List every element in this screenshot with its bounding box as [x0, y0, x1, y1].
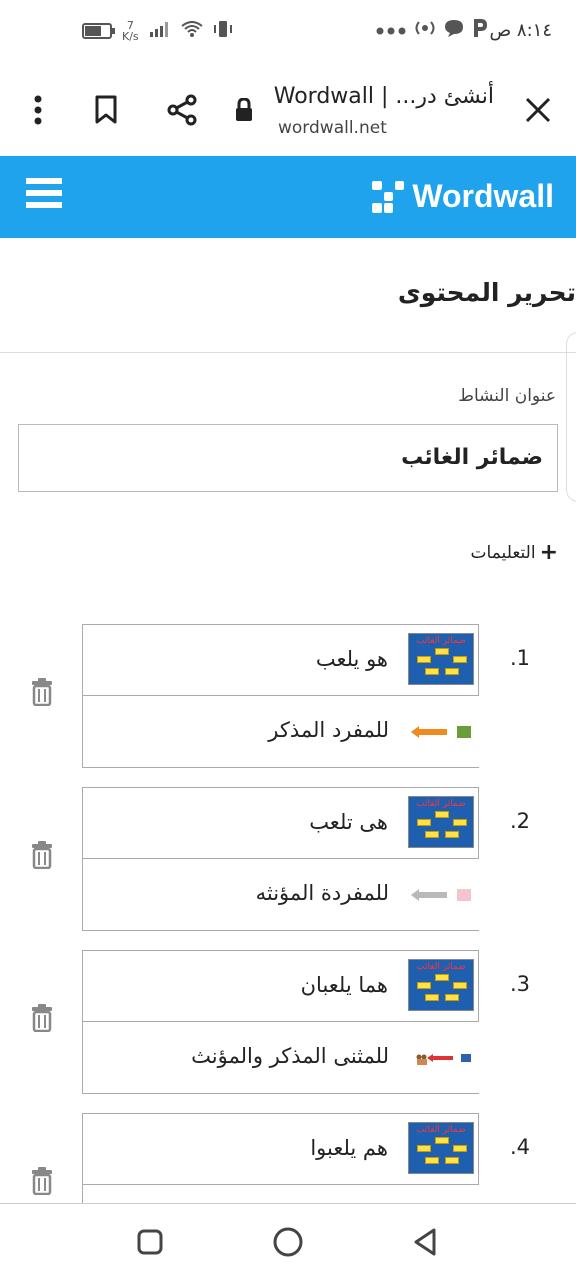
battery-icon	[82, 23, 115, 39]
wordwall-logo[interactable]: Wordwall	[372, 178, 554, 215]
list-item: .3 هما يلعبان ضمائر الغائب للمثنى المذكر…	[0, 950, 576, 1098]
activity-title-label: عنوان النشاط	[458, 386, 556, 406]
add-instructions-button[interactable]: + التعليمات	[471, 540, 558, 565]
item-answer-field[interactable]	[82, 1185, 479, 1203]
item-answer-field[interactable]: للمثنى المذكر والمؤنث	[82, 1022, 479, 1094]
trash-icon[interactable]	[30, 1167, 54, 1196]
back-icon[interactable]	[410, 1226, 442, 1258]
url-display[interactable]: wordwall.net	[278, 118, 387, 138]
answer-image-thumbnail[interactable]	[403, 722, 473, 742]
item-answer-field[interactable]: للمفرد المذكر	[82, 696, 479, 768]
site-header: Wordwall	[0, 156, 576, 238]
answer-image-thumbnail[interactable]	[403, 1048, 473, 1068]
hotspot-icon	[414, 19, 436, 41]
side-panel-tab[interactable]	[566, 332, 576, 502]
bookmark-icon[interactable]	[86, 90, 126, 130]
network-speed: 7 K/s	[122, 20, 139, 42]
trash-icon[interactable]	[30, 841, 54, 870]
item-prompt-field[interactable]: هو يلعب ضمائر الغائب	[82, 624, 479, 696]
thumbnail-title: ضمائر الغائب	[416, 962, 466, 972]
answer-image-thumbnail[interactable]	[403, 885, 473, 905]
item-prompt-field[interactable]: هم يلعبوا ضمائر الغائب	[82, 1113, 479, 1185]
browser-toolbar: أنشئ در... | Wordwall wordwall.net	[0, 64, 576, 156]
item-image-thumbnail[interactable]: ضمائر الغائب	[408, 633, 474, 685]
item-number: .4	[510, 1135, 531, 1159]
item-number: .2	[510, 809, 531, 833]
close-icon[interactable]	[518, 90, 558, 130]
item-prompt-text: هما يلعبان	[300, 973, 388, 997]
list-item: .2 هى تلعب ضمائر الغائب للمفردة المؤنثه	[0, 787, 576, 935]
p-app-icon	[472, 18, 488, 42]
status-left-icons: 7 K/s	[82, 20, 233, 42]
logo-grid-icon	[372, 180, 405, 213]
status-bar: 7 K/s ٨:١٤ ص	[0, 0, 576, 64]
wifi-icon	[181, 21, 203, 41]
hamburger-menu-icon[interactable]	[26, 178, 62, 214]
plus-icon: +	[539, 540, 558, 565]
system-navigation-bar	[0, 1204, 576, 1280]
more-notifications-icon	[376, 21, 406, 40]
item-answer-field[interactable]: للمفردة المؤنثه	[82, 859, 479, 931]
activity-title-value: ضمائر الغائب	[401, 445, 543, 470]
thumbnail-title: ضمائر الغائب	[416, 636, 466, 646]
logo-text: Wordwall	[412, 178, 554, 214]
tab-title[interactable]: أنشئ در... | Wordwall	[274, 84, 494, 109]
item-answer-text: للمفردة المؤنثه	[255, 881, 389, 905]
page-title: تحرير المحتوى	[397, 278, 576, 307]
list-item: .1 هو يلعب ضمائر الغائب للمفرد المذكر	[0, 624, 576, 772]
item-answer-text: للمفرد المذكر	[268, 718, 389, 742]
browser-menu-icon[interactable]	[18, 90, 58, 130]
home-icon[interactable]	[272, 1226, 304, 1258]
item-image-thumbnail[interactable]: ضمائر الغائب	[408, 796, 474, 848]
item-number: .3	[510, 972, 531, 996]
item-image-thumbnail[interactable]: ضمائر الغائب	[408, 959, 474, 1011]
trash-icon[interactable]	[30, 678, 54, 707]
recent-apps-icon[interactable]	[134, 1226, 166, 1258]
list-item: .4 هم يلعبوا ضمائر الغائب	[0, 1113, 576, 1203]
chat-icon	[444, 18, 464, 42]
item-prompt-field[interactable]: هما يلعبان ضمائر الغائب	[82, 950, 479, 1022]
item-prompt-text: هم يلعبوا	[310, 1136, 388, 1160]
activity-title-input[interactable]: ضمائر الغائب	[18, 424, 558, 492]
thumbnail-title: ضمائر الغائب	[416, 799, 466, 809]
vibrate-icon	[213, 20, 233, 42]
lock-icon	[224, 90, 264, 130]
item-prompt-field[interactable]: هى تلعب ضمائر الغائب	[82, 787, 479, 859]
item-image-thumbnail[interactable]: ضمائر الغائب	[408, 1122, 474, 1174]
status-time: ٨:١٤ ص	[489, 20, 552, 41]
instructions-label: التعليمات	[470, 542, 536, 563]
item-answer-text: للمثنى المذكر والمؤنث	[191, 1044, 389, 1068]
trash-icon[interactable]	[30, 1004, 54, 1033]
item-number: .1	[510, 646, 531, 670]
thumbnail-title: ضمائر الغائب	[416, 1125, 466, 1135]
item-prompt-text: هى تلعب	[309, 810, 388, 834]
network-speed-unit: K/s	[122, 30, 139, 43]
signal-icon	[149, 21, 171, 41]
share-icon[interactable]	[162, 90, 202, 130]
item-prompt-text: هو يلعب	[315, 647, 388, 671]
status-right-icons	[376, 18, 488, 42]
divider	[0, 352, 576, 353]
